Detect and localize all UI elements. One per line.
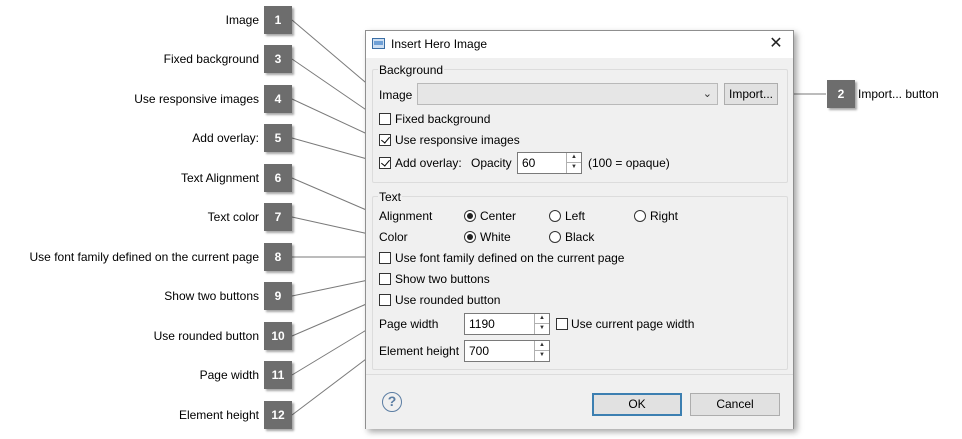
opacity-value: 60	[522, 156, 536, 170]
alignment-label: Alignment	[379, 209, 433, 223]
dialog-title: Insert Hero Image	[391, 37, 488, 51]
element-height-stepper[interactable]: 700 ▲ ▼	[464, 340, 550, 362]
ok-button[interactable]: OK	[592, 393, 682, 416]
page-width-value: 1190	[469, 317, 495, 331]
alignment-center-radio[interactable]	[464, 210, 476, 222]
responsive-images-label[interactable]: Use responsive images	[395, 133, 520, 147]
callout-label: Image	[225, 13, 259, 27]
callout-label: Show two buttons	[164, 289, 259, 303]
chevron-down-icon: ⌄	[702, 88, 712, 100]
two-buttons-checkbox[interactable]	[379, 273, 391, 285]
close-icon: ✕	[769, 35, 783, 52]
opacity-hint: (100 = opaque)	[588, 156, 670, 170]
background-group-title: Background	[378, 63, 445, 77]
stepper-arrows: ▲ ▼	[534, 341, 549, 361]
color-white-label[interactable]: White	[480, 230, 511, 244]
element-height-label: Element height	[379, 344, 460, 358]
alignment-right-radio[interactable]	[634, 210, 646, 222]
stepper-up-icon[interactable]: ▲	[535, 341, 549, 351]
color-white-radio[interactable]	[464, 231, 476, 243]
callout-badge: 1	[264, 6, 292, 34]
two-buttons-label[interactable]: Show two buttons	[395, 272, 490, 286]
fixed-background-label[interactable]: Fixed background	[395, 112, 490, 126]
image-label: Image	[379, 88, 413, 102]
callout-badge: 10	[264, 322, 292, 350]
callout-badge: 5	[264, 124, 292, 152]
callout-badge: 9	[264, 282, 292, 310]
color-black-label[interactable]: Black	[565, 230, 594, 244]
import-button[interactable]: Import...	[724, 83, 778, 105]
callout-label: Fixed background	[163, 52, 259, 66]
callout-badge: 2	[827, 80, 855, 108]
callout-label: Import... button	[858, 87, 939, 101]
callout-label: Text Alignment	[180, 171, 259, 185]
callout-label: Use responsive images	[134, 92, 259, 106]
alignment-center-label[interactable]: Center	[480, 209, 516, 223]
add-overlay-label[interactable]: Add overlay:	[395, 156, 462, 170]
alignment-left-radio[interactable]	[549, 210, 561, 222]
alignment-right-label[interactable]: Right	[650, 209, 678, 223]
stepper-down-icon[interactable]: ▼	[535, 324, 549, 334]
callout-label: Text color	[207, 210, 259, 224]
stepper-arrows: ▲ ▼	[534, 314, 549, 334]
callout-badge: 7	[264, 203, 292, 231]
callout-label: Use rounded button	[153, 329, 259, 343]
page-width-label: Page width	[379, 317, 439, 331]
callout-label: Add overlay:	[192, 131, 259, 145]
page-width-stepper[interactable]: 1190 ▲ ▼	[464, 313, 550, 335]
text-group-title: Text	[378, 190, 403, 204]
element-height-value: 700	[469, 344, 490, 358]
stepper-down-icon[interactable]: ▼	[567, 163, 581, 173]
callout-badge: 8	[264, 243, 292, 271]
close-button[interactable]: ✕	[765, 33, 787, 55]
use-current-width-label[interactable]: Use current page width	[571, 317, 694, 331]
add-overlay-checkbox[interactable]	[379, 157, 391, 169]
insert-hero-image-dialog: Insert Hero Image ✕ Background Image ⌄ I…	[365, 30, 794, 429]
stepper-up-icon[interactable]: ▲	[567, 153, 581, 163]
fixed-background-checkbox[interactable]	[379, 113, 391, 125]
color-black-radio[interactable]	[549, 231, 561, 243]
image-combobox[interactable]: ⌄	[417, 83, 718, 105]
callout-badge: 4	[264, 85, 292, 113]
alignment-left-label[interactable]: Left	[565, 209, 585, 223]
callout-badge: 6	[264, 164, 292, 192]
callout-badge: 11	[264, 361, 292, 389]
callout-badge: 3	[264, 45, 292, 73]
cancel-button[interactable]: Cancel	[690, 393, 780, 416]
font-family-label[interactable]: Use font family defined on the current p…	[395, 251, 624, 265]
callout-label: Use font family defined on the current p…	[29, 250, 259, 264]
color-label: Color	[379, 230, 408, 244]
use-current-width-checkbox[interactable]	[556, 318, 568, 330]
stepper-arrows: ▲ ▼	[566, 153, 581, 173]
dialog-titlebar[interactable]: Insert Hero Image ✕	[366, 31, 793, 58]
stepper-down-icon[interactable]: ▼	[535, 351, 549, 361]
callout-label: Page width	[199, 368, 259, 382]
window-icon	[372, 38, 385, 49]
callout-badge: 12	[264, 401, 292, 429]
font-family-checkbox[interactable]	[379, 252, 391, 264]
callout-label: Element height	[178, 408, 259, 422]
responsive-images-checkbox[interactable]	[379, 134, 391, 146]
rounded-button-label[interactable]: Use rounded button	[395, 293, 500, 307]
opacity-stepper[interactable]: 60 ▲ ▼	[517, 152, 582, 174]
help-icon[interactable]: ?	[382, 392, 402, 412]
opacity-label: Opacity	[471, 156, 512, 170]
dialog-footer: ? OK Cancel	[366, 374, 793, 429]
rounded-button-checkbox[interactable]	[379, 294, 391, 306]
stepper-up-icon[interactable]: ▲	[535, 314, 549, 324]
